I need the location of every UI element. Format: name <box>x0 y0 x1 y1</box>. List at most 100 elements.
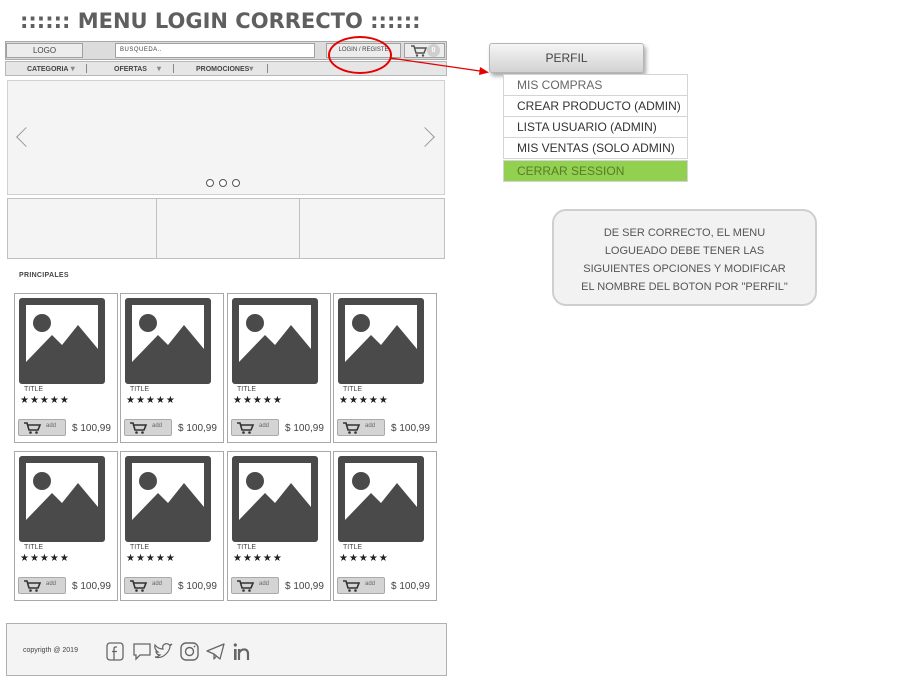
rating-stars: ★★★★★ <box>339 553 389 564</box>
cart-icon <box>343 580 361 592</box>
rating-stars: ★★★★★ <box>233 395 283 406</box>
search-input[interactable]: BUSQUEDA.. <box>115 43 315 58</box>
menu-item-lista-usuario[interactable]: LISTA USUARIO (ADMIN) <box>503 116 688 138</box>
promo-banner[interactable] <box>7 198 157 259</box>
highlight-circle <box>328 36 392 74</box>
add-to-cart-button[interactable]: add <box>231 419 279 436</box>
section-title: PRINCIPALES <box>19 272 69 279</box>
note-line: LOGUEADO DEBE TENER LAS <box>604 245 765 257</box>
carousel-dot[interactable] <box>219 179 227 187</box>
image-placeholder-icon <box>338 298 424 384</box>
chevron-down-icon: ▾ <box>68 64 75 73</box>
add-to-cart-button[interactable]: add <box>18 577 66 594</box>
product-card[interactable]: TITLE ★★★★★ add $ 100,99 <box>14 451 118 601</box>
rating-stars: ★★★★★ <box>126 395 176 406</box>
product-price: $ 100,99 <box>285 423 324 434</box>
note-line: DE SER CORRECTO, EL MENU <box>603 227 766 239</box>
page-title: :::::: MENU LOGIN CORRECTO :::::: <box>20 9 421 33</box>
carousel-dot[interactable] <box>206 179 214 187</box>
social-links <box>106 642 250 661</box>
add-label: add <box>152 423 163 429</box>
add-to-cart-button[interactable]: add <box>337 577 385 594</box>
product-card[interactable]: TITLE ★★★★★ add $ 100,99 <box>14 293 118 443</box>
product-card[interactable]: TITLE ★★★★★ add $ 100,99 <box>120 451 224 601</box>
note-line: SIGUIENTES OPCIONES Y MODIFICAR <box>583 263 786 275</box>
cart-icon <box>343 422 361 434</box>
image-placeholder-icon <box>232 298 318 384</box>
menu-item-cerrar-session[interactable]: CERRAR SESSION <box>503 160 688 182</box>
note-line: EL NOMBRE DEL BOTON POR "PERFIL" <box>581 281 788 293</box>
image-placeholder-icon <box>338 456 424 542</box>
product-title: TITLE <box>24 544 44 551</box>
product-card[interactable]: TITLE ★★★★★ add $ 100,99 <box>333 451 437 601</box>
twitter-icon[interactable] <box>154 643 173 659</box>
image-placeholder-icon <box>19 456 105 542</box>
product-title: TITLE <box>237 386 257 393</box>
perfil-button[interactable]: PERFIL <box>489 43 644 73</box>
nav-categoria[interactable]: CATEGORIA ▾ <box>27 62 75 75</box>
product-title: TITLE <box>24 386 44 393</box>
chevron-down-icon: ▾ <box>249 64 254 73</box>
add-to-cart-button[interactable]: add <box>231 577 279 594</box>
product-price: $ 100,99 <box>391 581 430 592</box>
product-card[interactable]: TITLE ★★★★★ add $ 100,99 <box>333 293 437 443</box>
logo[interactable]: LOGO <box>6 43 83 58</box>
rating-stars: ★★★★★ <box>339 395 389 406</box>
product-card[interactable]: TITLE ★★★★★ add $ 100,99 <box>227 451 331 601</box>
chevron-down-icon: ▾ <box>156 64 161 73</box>
cart-icon <box>24 580 42 592</box>
image-placeholder-icon <box>125 298 211 384</box>
image-placeholder-icon <box>19 298 105 384</box>
nav-label: CATEGORIA <box>27 66 69 73</box>
add-to-cart-button[interactable]: add <box>337 419 385 436</box>
product-title: TITLE <box>130 386 150 393</box>
menu-item-mis-ventas[interactable]: MIS VENTAS (SOLO ADMIN) <box>503 137 688 159</box>
linkedin-icon[interactable] <box>233 643 250 660</box>
product-price: $ 100,99 <box>285 581 324 592</box>
add-to-cart-button[interactable]: add <box>124 419 172 436</box>
nav-label: PROMOCIONES <box>196 66 250 73</box>
menu-item-crear-producto[interactable]: CREAR PRODUCTO (ADMIN) <box>503 95 688 117</box>
promo-banner[interactable] <box>299 198 445 259</box>
image-placeholder-icon <box>125 456 211 542</box>
product-price: $ 100,99 <box>391 423 430 434</box>
product-title: TITLE <box>237 544 257 551</box>
product-price: $ 100,99 <box>72 423 111 434</box>
add-label: add <box>46 423 57 429</box>
image-placeholder-icon <box>232 456 318 542</box>
add-label: add <box>365 581 376 587</box>
nav-label: OFERTAS <box>114 66 147 73</box>
nav-promociones[interactable]: PROMOCIONES▾ <box>196 62 253 75</box>
carousel-dot[interactable] <box>232 179 240 187</box>
promo-banner[interactable] <box>156 198 300 259</box>
add-label: add <box>365 423 376 429</box>
cart-icon <box>237 580 255 592</box>
add-label: add <box>259 581 270 587</box>
chat-icon[interactable] <box>133 643 151 661</box>
cart-icon <box>237 422 255 434</box>
divider <box>86 64 87 73</box>
rating-stars: ★★★★★ <box>233 553 283 564</box>
rating-stars: ★★★★★ <box>126 553 176 564</box>
rating-stars: ★★★★★ <box>20 395 70 406</box>
product-card[interactable]: TITLE ★★★★★ add $ 100,99 <box>120 293 224 443</box>
instagram-icon[interactable] <box>180 642 199 661</box>
cart-icon <box>130 422 148 434</box>
add-to-cart-button[interactable]: add <box>124 577 172 594</box>
product-card[interactable]: TITLE ★★★★★ add $ 100,99 <box>227 293 331 443</box>
product-price: $ 100,99 <box>178 581 217 592</box>
divider <box>267 64 268 73</box>
arrow-icon <box>390 57 489 75</box>
copyright-text: copyrigth @ 2019 <box>23 647 78 654</box>
nav-ofertas[interactable]: OFERTAS ▾ <box>114 62 161 75</box>
product-price: $ 100,99 <box>178 423 217 434</box>
telegram-icon[interactable] <box>206 643 225 660</box>
cart-icon <box>130 580 148 592</box>
rating-stars: ★★★★★ <box>20 553 70 564</box>
product-title: TITLE <box>130 544 150 551</box>
add-to-cart-button[interactable]: add <box>18 419 66 436</box>
facebook-icon[interactable] <box>106 642 124 661</box>
product-title: TITLE <box>343 386 363 393</box>
cart-icon <box>24 422 42 434</box>
menu-item-mis-compras[interactable]: MIS COMPRAS <box>503 74 688 96</box>
